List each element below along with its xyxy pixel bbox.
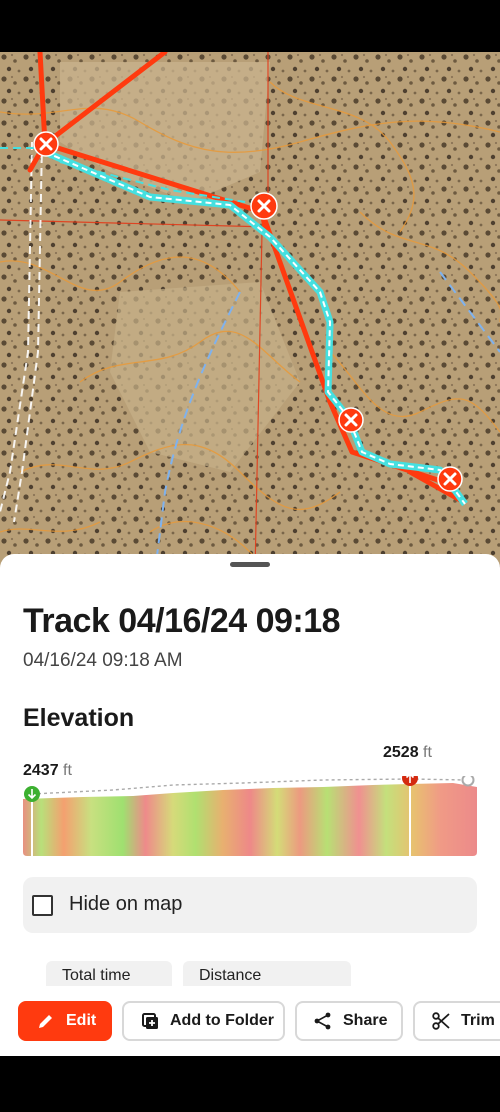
elevation-max-label: 2528 ft	[383, 744, 432, 761]
action-bar: Edit Add to Folder Share Trim	[0, 986, 500, 1056]
add-to-folder-button[interactable]: Add to Folder	[122, 1001, 285, 1041]
waypoint-marker[interactable]	[338, 407, 364, 433]
status-bar	[0, 0, 500, 52]
track-title: Track 04/16/24 09:18	[23, 602, 341, 640]
hide-on-map-toggle[interactable]: Hide on map	[23, 877, 477, 933]
trim-button[interactable]: Trim	[413, 1001, 500, 1041]
waypoint-marker[interactable]	[33, 131, 59, 157]
map-view[interactable]	[0, 52, 500, 572]
folder-plus-icon	[142, 1013, 158, 1029]
elevation-start-marker	[24, 786, 40, 802]
pencil-icon	[39, 1015, 52, 1028]
system-navigation-bar	[0, 1056, 500, 1112]
hide-on-map-checkbox[interactable]	[32, 895, 53, 916]
stat-total-time: Total time	[46, 961, 172, 987]
sheet-drag-handle[interactable]	[230, 562, 270, 567]
hide-on-map-label: Hide on map	[69, 893, 183, 915]
track-details-sheet: Track 04/16/24 09:18 04/16/24 09:18 AM E…	[0, 554, 500, 1056]
share-button[interactable]: Share	[295, 1001, 403, 1041]
stat-distance: Distance	[183, 961, 351, 987]
elevation-heading: Elevation	[23, 704, 135, 732]
edit-button[interactable]: Edit	[18, 1001, 112, 1041]
elevation-end-marker	[461, 776, 475, 787]
elevation-chart[interactable]	[23, 776, 477, 856]
share-icon	[314, 1012, 331, 1030]
track-datetime: 04/16/24 09:18 AM	[23, 650, 183, 671]
scissors-icon	[432, 1012, 450, 1030]
waypoint-marker[interactable]	[437, 466, 463, 492]
waypoint-marker[interactable]	[250, 192, 278, 220]
